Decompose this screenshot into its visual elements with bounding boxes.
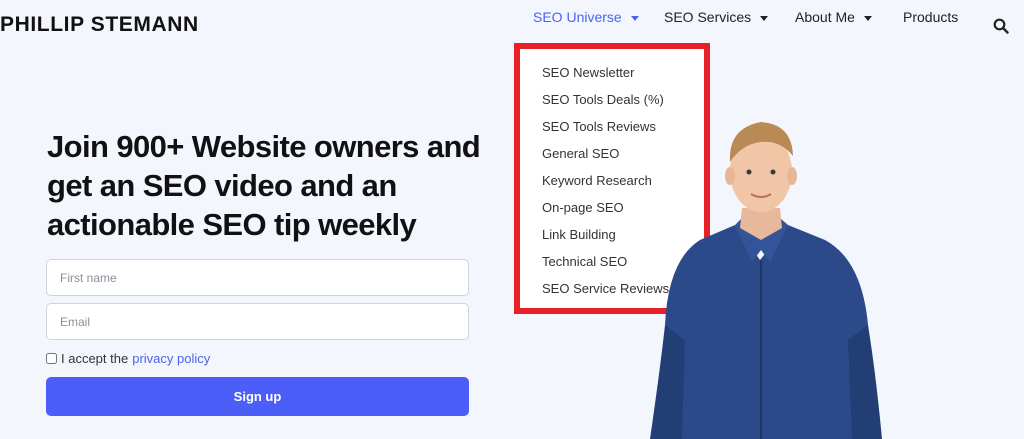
hero-headline: Join 900+ Website owners and get an SEO … (47, 129, 481, 242)
chevron-down-icon (863, 15, 872, 21)
nav-products-label: Products (903, 9, 959, 25)
nav-seo-services[interactable]: SEO Services (664, 9, 769, 25)
nav-products[interactable]: Products (903, 9, 958, 25)
chevron-down-icon (630, 15, 639, 21)
site-logo[interactable]: PHILLIP STEMANN (0, 13, 199, 37)
person-photo (650, 122, 882, 439)
chevron-down-icon (760, 15, 769, 21)
search-icon[interactable] (993, 18, 1009, 34)
privacy-policy-link[interactable]: privacy policy (132, 351, 210, 366)
nav-about-me-label: About Me (795, 9, 855, 25)
menu-item-seo-newsletter[interactable]: SEO Newsletter (542, 64, 669, 91)
consent-text: I accept the (61, 351, 129, 366)
nav-seo-universe-label: SEO Universe (533, 9, 622, 25)
privacy-consent: I accept the privacy policy (46, 351, 210, 366)
nav-about-me[interactable]: About Me (795, 9, 872, 25)
nav-seo-universe[interactable]: SEO Universe (533, 9, 639, 25)
email-field[interactable] (46, 303, 469, 340)
first-name-field[interactable] (46, 259, 469, 296)
sign-up-button[interactable]: Sign up (46, 377, 469, 416)
nav-seo-services-label: SEO Services (664, 9, 752, 25)
privacy-checkbox[interactable] (46, 353, 57, 364)
